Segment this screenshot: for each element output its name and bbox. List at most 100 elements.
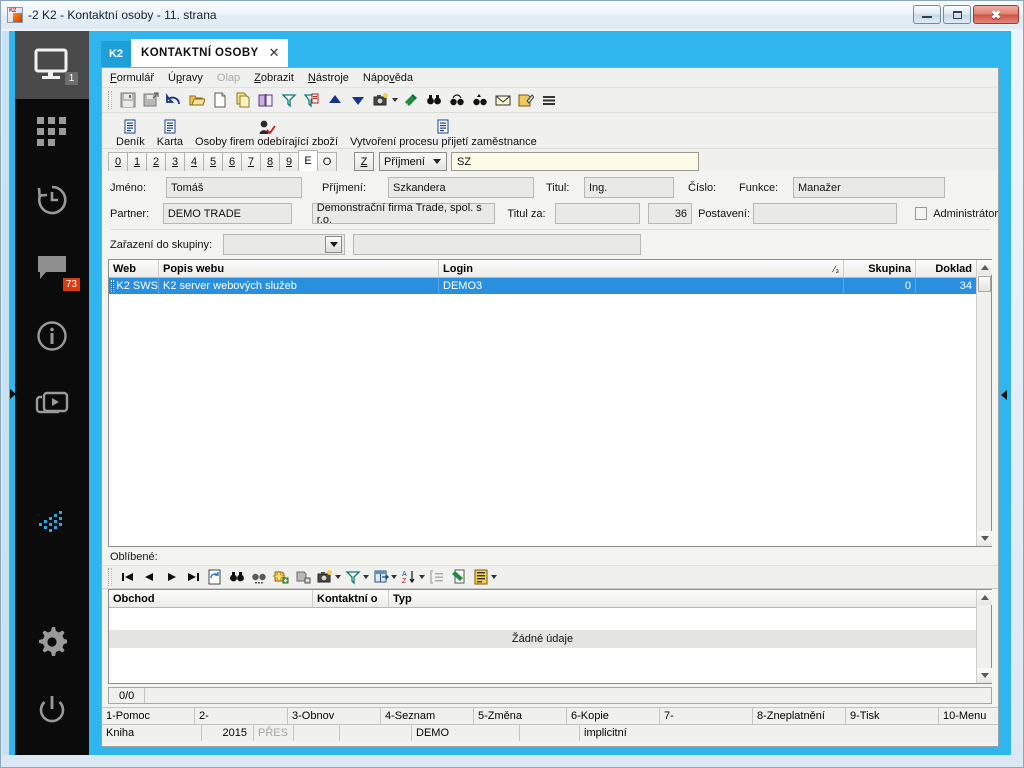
alpha-tab-4[interactable]: 4 [184, 152, 204, 171]
column-header-kontaktni-o[interactable]: Kontaktní o [313, 590, 389, 607]
bottom-grid-vertical-scrollbar[interactable] [976, 590, 991, 683]
alpha-tab-o[interactable]: O [317, 152, 337, 171]
alpha-tab-0[interactable]: 0 [108, 152, 128, 171]
fkey-7[interactable]: 7- [660, 708, 753, 724]
menu-napoveda[interactable]: Nápověda [363, 72, 413, 84]
filter-edit-button[interactable] [302, 90, 322, 110]
menu-zobrazit[interactable]: Zobrazit [254, 72, 294, 84]
maximize-button[interactable] [943, 5, 971, 24]
button-osoby-firem[interactable]: Osoby firem odebírající zboží [189, 114, 344, 148]
close-button[interactable]: ✖ [973, 5, 1019, 24]
search-input[interactable]: SZ [451, 152, 699, 171]
export-excel-button[interactable] [401, 90, 421, 110]
table-row[interactable]: K2 SWS K2 server webových služeb DEMO3 0… [109, 278, 991, 294]
sort-az-button[interactable]: AZ [399, 567, 419, 587]
scroll-down-button[interactable] [977, 531, 992, 546]
alpha-tab-8[interactable]: 8 [260, 152, 280, 171]
toolbar-grip[interactable] [108, 91, 112, 109]
bottom-scroll-down-button[interactable] [977, 668, 992, 683]
column-header-popis-webu[interactable]: Popis webu [159, 260, 439, 277]
fkey-10[interactable]: 10-Menu [939, 708, 998, 724]
fkey-5[interactable]: 5-Změna [474, 708, 567, 724]
report-button[interactable] [471, 567, 491, 587]
favourites-camera-button[interactable] [315, 567, 335, 587]
fkey-1[interactable]: 1-Pomoc [102, 708, 195, 724]
sort-field-combo[interactable]: Příjmení [379, 152, 447, 171]
scroll-thumb[interactable] [978, 276, 991, 292]
column-header-web[interactable]: Web [109, 260, 159, 277]
menu-formular[interactable]: Formulář [110, 72, 154, 84]
sidebar-item-video[interactable] [15, 371, 89, 439]
partner-field[interactable]: DEMO TRADE [163, 203, 292, 224]
previous-record-button[interactable] [139, 567, 159, 587]
fkey-6[interactable]: 6-Kopie [567, 708, 660, 724]
alpha-tab-e[interactable]: E [298, 150, 318, 171]
grid-vertical-scrollbar[interactable] [976, 260, 991, 546]
filter-dropdown-caret-icon[interactable] [363, 575, 369, 579]
column-header-obchod[interactable]: Obchod [109, 590, 313, 607]
column-header-doklad[interactable]: Doklad [916, 260, 976, 277]
copy-button[interactable] [233, 90, 253, 110]
sidebar-item-info[interactable] [15, 303, 89, 371]
funkce-field[interactable]: Manažer [793, 177, 945, 198]
fkey-4[interactable]: 4-Seznam [381, 708, 474, 724]
favourites-toolbar-grip[interactable] [108, 568, 112, 586]
menu-lines-button[interactable] [539, 90, 559, 110]
sidebar-item-settings[interactable] [15, 609, 89, 677]
sidebar-item-history[interactable] [15, 167, 89, 235]
find-next-button[interactable] [447, 90, 467, 110]
alpha-tab-2[interactable]: 2 [146, 152, 166, 171]
next-record-button[interactable] [161, 567, 181, 587]
panel-collapse-handle[interactable] [999, 386, 1009, 404]
save-button[interactable] [118, 90, 138, 110]
list-view-button[interactable] [427, 567, 447, 587]
column-settings-button[interactable] [371, 567, 391, 587]
sidebar-item-messages[interactable]: 73 [15, 235, 89, 303]
z-button[interactable]: Z [354, 152, 374, 171]
skupina-combo-button[interactable] [325, 236, 342, 253]
titul-field[interactable]: Ing. [584, 177, 674, 198]
favourites-export-excel-button[interactable] [449, 567, 469, 587]
alpha-tab-1[interactable]: 1 [127, 152, 147, 171]
tab-kontaktni-osoby[interactable]: KONTAKTNÍ OSOBY ✕ [131, 39, 288, 67]
minimize-button[interactable] [913, 5, 941, 24]
sidebar-item-apps[interactable] [15, 99, 89, 167]
jmeno-field[interactable]: Tomáš [166, 177, 302, 198]
find-button[interactable] [424, 90, 444, 110]
alpha-tab-3[interactable]: 3 [165, 152, 185, 171]
sidebar-item-monitor[interactable]: 1 [15, 31, 89, 99]
favourites-filter-button[interactable] [343, 567, 363, 587]
find-prev-button[interactable] [470, 90, 490, 110]
column-header-typ[interactable]: Typ [389, 590, 976, 607]
columns-dropdown-caret-icon[interactable] [391, 575, 397, 579]
administrator-checkbox[interactable] [915, 207, 927, 220]
move-down-button[interactable] [348, 90, 368, 110]
move-up-button[interactable] [325, 90, 345, 110]
new-document-button[interactable] [210, 90, 230, 110]
alpha-tab-7[interactable]: 7 [241, 152, 261, 171]
camera-button[interactable] [371, 90, 391, 110]
prijmeni-field[interactable]: Szkandera [388, 177, 534, 198]
camera-dropdown-caret-icon[interactable] [392, 98, 398, 102]
cislo-field[interactable]: 36 [648, 203, 692, 224]
partner-full-field[interactable]: Demonstrační firma Trade, spol. s r.o. [312, 203, 496, 224]
sidebar-item-sparkle[interactable] [15, 491, 89, 559]
alpha-tab-9[interactable]: 9 [279, 152, 299, 171]
sort-dropdown-caret-icon[interactable] [419, 575, 425, 579]
alpha-tab-5[interactable]: 5 [203, 152, 223, 171]
row-select-marker[interactable] [111, 280, 114, 292]
delete-record-button[interactable] [293, 567, 313, 587]
menu-upravy[interactable]: Úpravy [168, 72, 203, 84]
menu-nastroje[interactable]: Nástroje [308, 72, 349, 84]
tab-home[interactable]: K2 [101, 41, 131, 67]
scroll-up-button[interactable] [977, 260, 992, 275]
save-as-button[interactable] [141, 90, 161, 110]
postaveni-field[interactable] [753, 203, 897, 224]
tab-close-icon[interactable]: ✕ [269, 45, 280, 61]
edit-note-button[interactable] [516, 90, 536, 110]
last-record-button[interactable] [183, 567, 203, 587]
filter-button[interactable] [279, 90, 299, 110]
add-record-button[interactable] [271, 567, 291, 587]
first-record-button[interactable] [117, 567, 137, 587]
column-header-login[interactable]: Login ⁄₃ [439, 260, 844, 277]
